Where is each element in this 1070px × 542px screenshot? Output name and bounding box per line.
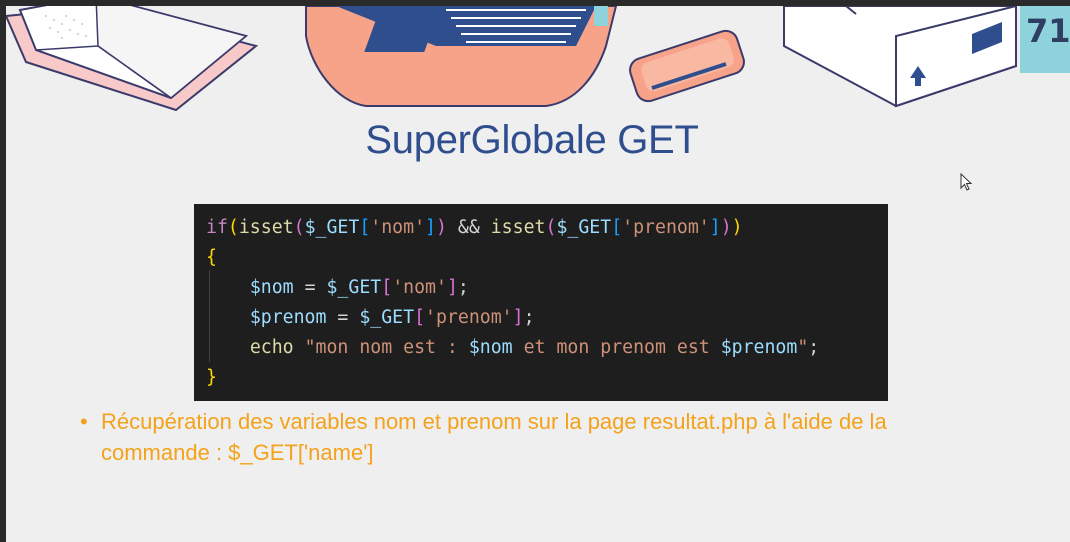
code-line-2: {	[206, 243, 888, 273]
string-prenom: 'prenom'	[622, 217, 710, 238]
var-get: $_GET	[304, 217, 360, 238]
box-illustration	[783, 6, 1017, 108]
function-isset: isset	[238, 217, 294, 238]
slide-title: SuperGlobale GET	[365, 118, 699, 162]
laptop-illustration	[305, 6, 618, 107]
operator-and: &&	[446, 217, 491, 238]
keyword-if: if	[206, 217, 228, 238]
phone-illustration	[629, 29, 745, 103]
open-brace: {	[206, 247, 217, 268]
bullet-marker: •	[80, 409, 88, 434]
string-nom: 'nom'	[370, 217, 426, 238]
var-nom: $nom	[249, 277, 294, 298]
code-line-1: if(isset($_GET['nom']) && isset($_GET['p…	[206, 217, 743, 238]
book-illustration	[6, 6, 259, 112]
bullet-text: Récupération des variables nom et prenom…	[101, 409, 887, 465]
code-line-6: }	[206, 363, 888, 393]
function-isset-2: isset	[490, 217, 546, 238]
code-line-5: echo "mon nom est : $nom et mon prenom e…	[249, 337, 820, 358]
mouse-cursor-icon	[960, 173, 973, 191]
window-frame: 71 SuperGlobale GET if(isset($_GET['nom'…	[0, 0, 1070, 542]
close-brace: }	[206, 367, 217, 388]
code-block: if(isset($_GET['nom']) && isset($_GET['p…	[194, 204, 888, 401]
code-line-4: $prenom = $_GET['prenom'];	[249, 307, 535, 328]
keyword-echo: echo	[249, 337, 294, 358]
var-prenom: $prenom	[249, 307, 327, 328]
header-illustration	[6, 6, 1017, 112]
code-line-3: $nom = $_GET['nom'];	[249, 277, 469, 298]
var-get-2: $_GET	[556, 217, 612, 238]
indent-guide	[209, 270, 210, 362]
page-number: 71	[1026, 12, 1070, 50]
